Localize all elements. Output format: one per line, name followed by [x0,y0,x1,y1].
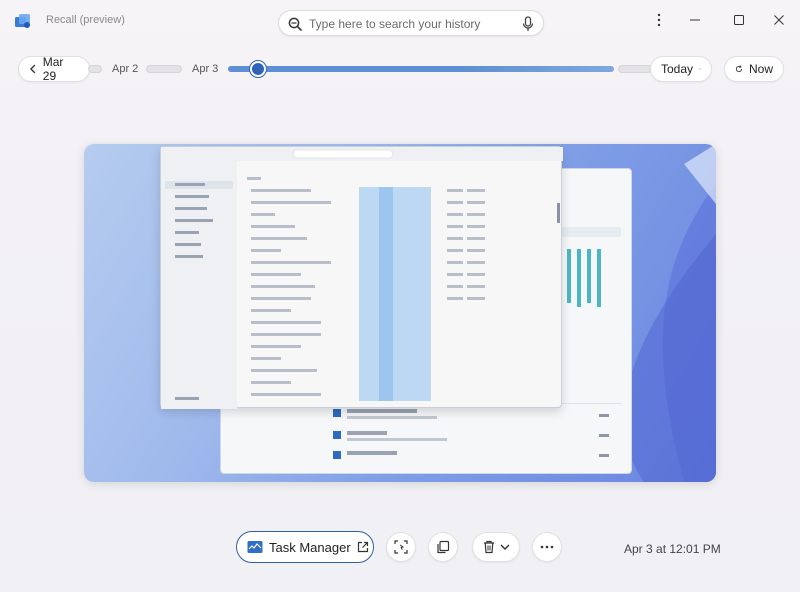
delete-button[interactable] [472,532,520,562]
more-horizontal-icon [540,545,554,549]
recall-app-icon [15,14,30,28]
more-options-button[interactable] [644,8,674,32]
today-label: Today [661,62,694,76]
open-external-icon [357,541,368,553]
now-label: Now [748,62,773,76]
snapshot-app-name: Task Manager [269,539,351,555]
search-icon [288,17,302,31]
maximize-icon [734,15,744,25]
title-bar: Recall (preview) [0,0,800,44]
timeline-date-label: Apr 3 [192,63,219,75]
task-manager-window [160,146,563,409]
timeline-slider-thumb[interactable] [250,61,266,77]
trash-icon [484,540,494,554]
open-app-button[interactable]: Task Manager [236,531,374,563]
timeline-start-date: Mar 29 [42,55,64,83]
timeline-segment[interactable] [88,65,102,73]
copy-button[interactable] [428,532,458,562]
app-title: Recall (preview) [46,14,125,26]
refresh-icon [735,65,743,73]
task-manager-content [161,147,563,409]
timeline-date-label: Apr 2 [112,63,139,75]
task-manager-app-icon [247,541,263,553]
timeline-back-button[interactable]: Mar 29 [18,55,90,83]
minimize-icon [690,19,700,21]
chevron-left-icon [29,64,36,74]
more-actions-button[interactable] [532,532,562,562]
timeline-bar: Mar 29 Apr 2 Apr 3 Today Now [0,52,800,86]
screenshot-select-icon [394,540,408,554]
search-input[interactable] [309,15,519,33]
today-button[interactable]: Today [650,56,712,82]
now-button[interactable]: Now [724,56,784,82]
chevron-right-icon [699,67,701,71]
maximize-button[interactable] [724,8,754,32]
minimize-button[interactable] [680,8,710,32]
search-box[interactable] [278,10,544,36]
timeline-track[interactable] [228,66,614,72]
snapshot-preview[interactable] [84,144,716,482]
click-to-do-button[interactable] [386,532,416,562]
copy-icon [437,540,450,554]
snapshot-timestamp: Apr 3 at 12:01 PM [624,542,721,556]
microphone-icon[interactable] [521,16,535,32]
timeline-segment[interactable] [146,65,182,73]
bottom-toolbar: Task Manager Apr 3 at 12:01 PM [0,530,800,566]
close-icon [774,15,784,25]
chevron-down-icon [500,544,510,550]
more-vertical-icon [657,13,661,27]
timeline-segment[interactable] [618,65,652,73]
close-button[interactable] [764,8,794,32]
